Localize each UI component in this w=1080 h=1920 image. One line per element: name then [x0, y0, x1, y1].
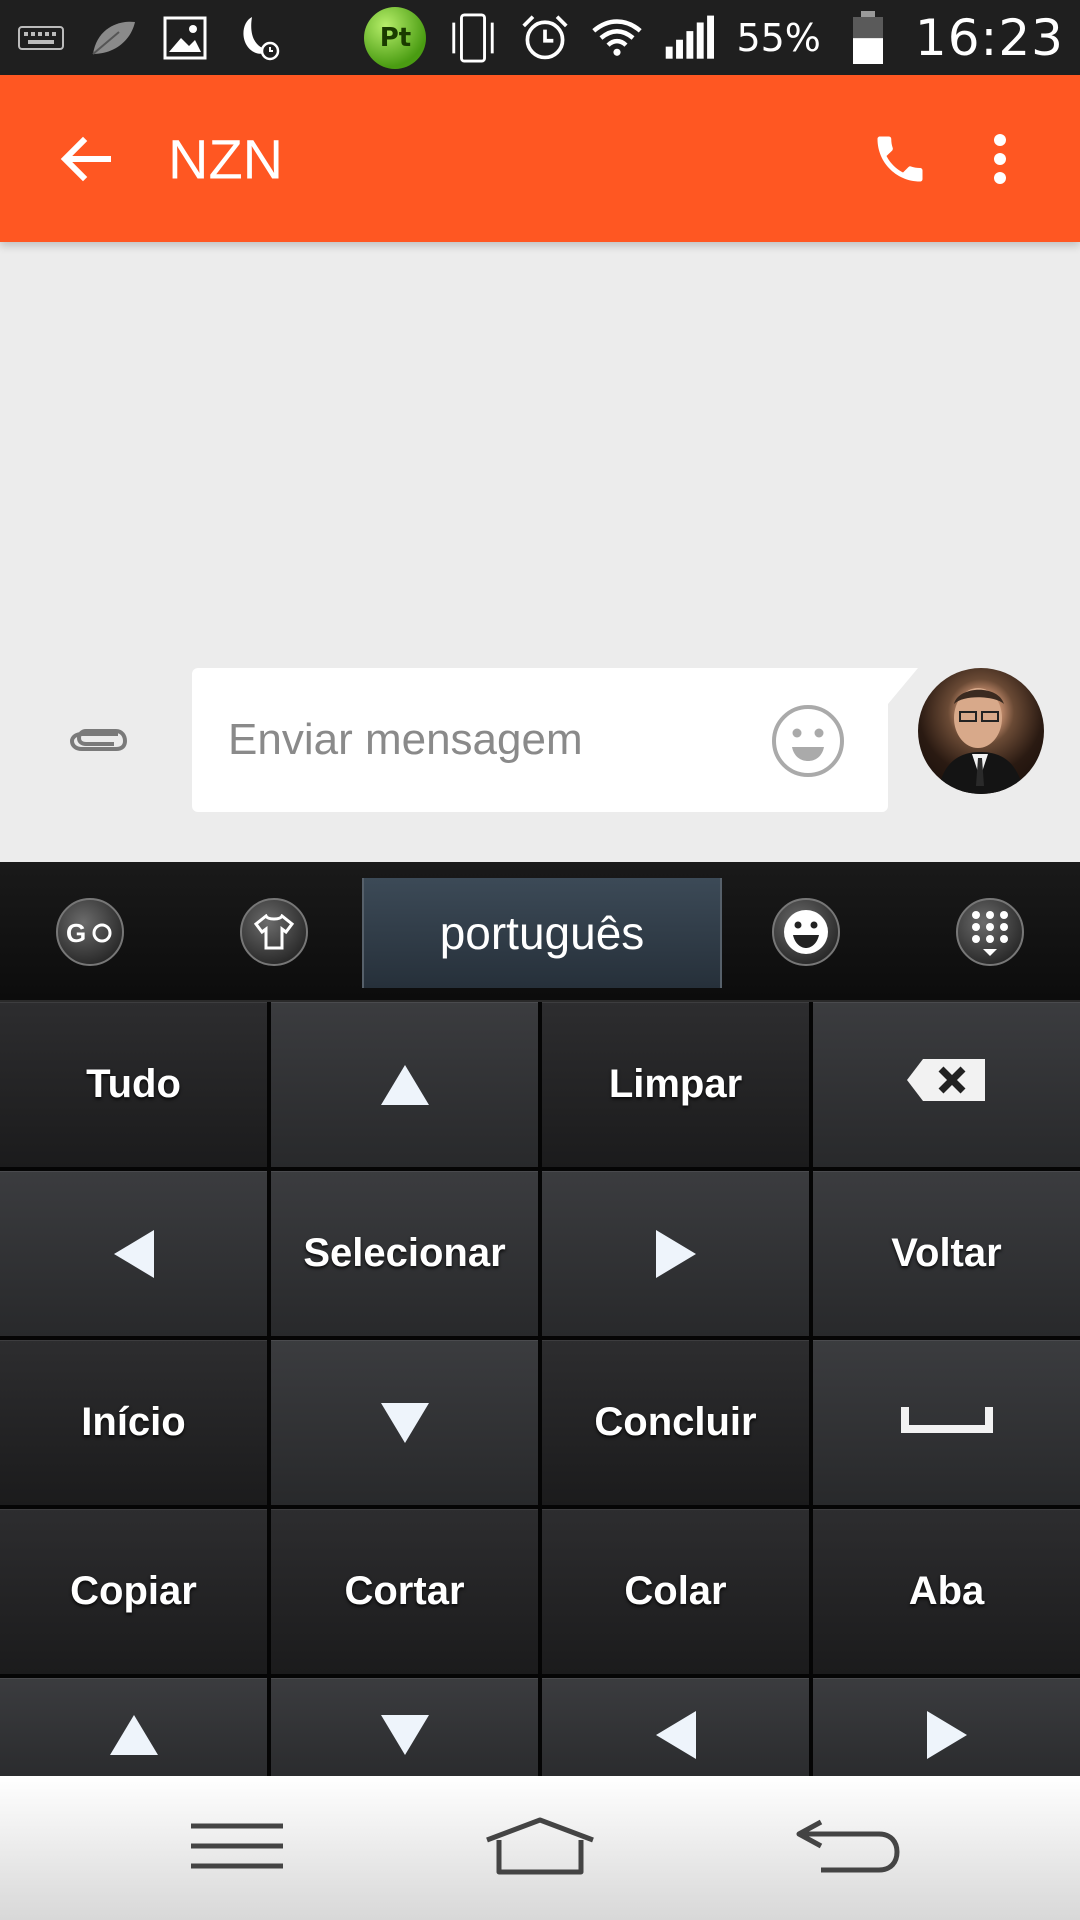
night-mode-icon [232, 13, 282, 63]
keyboard-toolbar: G português [0, 862, 1080, 1002]
key-label: Tudo [86, 1062, 181, 1106]
wifi-icon [592, 13, 643, 63]
theme-shirt-icon[interactable] [240, 898, 308, 966]
battery-icon [843, 10, 893, 64]
key-clear[interactable]: Limpar [542, 1002, 809, 1167]
status-bar: Pt 55% 16:23 [0, 0, 1080, 75]
svg-text:G: G [66, 918, 86, 948]
space-bar-icon [900, 1400, 993, 1445]
key-copy[interactable]: Copiar [0, 1509, 267, 1674]
key-label: Aba [908, 1569, 985, 1613]
key-cut[interactable]: Cortar [271, 1509, 538, 1674]
language-label: português [439, 907, 645, 959]
key-label: Limpar [608, 1062, 743, 1106]
key-label: Voltar [891, 1231, 1002, 1275]
navigation-bar [0, 1776, 1080, 1920]
up-triangle-icon [109, 1715, 158, 1755]
backspace-icon [905, 1057, 989, 1113]
message-input[interactable] [226, 714, 750, 766]
vibrate-icon [448, 12, 498, 63]
status-right-icons: Pt 55% 16:23 [364, 6, 1064, 69]
conversation-title: NZN [168, 127, 284, 190]
image-icon [160, 13, 210, 63]
more-vert-icon[interactable] [980, 119, 1020, 199]
key-space[interactable] [813, 1340, 1080, 1505]
back-icon[interactable] [786, 1796, 906, 1896]
key-select[interactable]: Selecionar [271, 1171, 538, 1336]
keyboard-icon [16, 13, 66, 63]
key-label: Colar [624, 1569, 727, 1613]
keypad-icon[interactable] [956, 898, 1024, 966]
key-right-arrow[interactable] [542, 1171, 809, 1336]
left-triangle-icon [655, 1711, 696, 1759]
status-left-icons [16, 13, 282, 63]
down-triangle-icon [380, 1402, 429, 1443]
key-back[interactable]: Voltar [813, 1171, 1080, 1336]
down-triangle-icon [380, 1715, 429, 1755]
key-up-arrow[interactable] [271, 1002, 538, 1167]
key-page-down[interactable] [271, 1678, 538, 1792]
emoji-face-icon[interactable] [772, 898, 840, 966]
key-label: Copiar [70, 1569, 197, 1613]
key-tab[interactable]: Aba [813, 1509, 1080, 1674]
signal-icon [664, 13, 715, 63]
leaf-icon [88, 13, 138, 63]
key-down-arrow[interactable] [271, 1340, 538, 1505]
key-label: Concluir [594, 1400, 757, 1444]
pt-badge: Pt [364, 6, 427, 69]
key-home[interactable]: Início [0, 1340, 267, 1505]
key-select-all[interactable]: Tudo [0, 1002, 267, 1167]
key-label: Início [81, 1400, 186, 1444]
clock: 16:23 [914, 8, 1064, 67]
app-bar: NZN [0, 75, 1080, 242]
right-triangle-icon [655, 1229, 696, 1278]
emoji-icon[interactable] [770, 703, 846, 779]
phone-icon[interactable] [862, 121, 938, 197]
menu-icon[interactable] [177, 1796, 297, 1896]
key-done[interactable]: Concluir [542, 1340, 809, 1505]
key-label: Cortar [344, 1569, 465, 1613]
language-selector[interactable]: português [362, 878, 722, 988]
up-triangle-icon [380, 1064, 429, 1105]
battery-percent: 55% [736, 15, 821, 60]
keyboard: G português Tudo Limpar Selecionar Voltar In… [0, 862, 1080, 1792]
key-label: Selecionar [303, 1231, 506, 1275]
paperclip-icon[interactable] [60, 710, 136, 770]
key-line-end[interactable] [813, 1678, 1080, 1792]
key-page-up[interactable] [0, 1678, 267, 1792]
back-arrow-icon[interactable] [50, 124, 120, 194]
go-keyboard-icon[interactable]: G [56, 898, 124, 966]
avatar[interactable] [918, 668, 1044, 794]
alarm-icon [520, 13, 570, 63]
left-triangle-icon [113, 1229, 154, 1278]
key-backspace[interactable] [813, 1002, 1080, 1167]
key-paste[interactable]: Colar [542, 1509, 809, 1674]
key-line-start[interactable] [542, 1678, 809, 1792]
right-triangle-icon [926, 1711, 967, 1759]
keyboard-keys: Tudo Limpar Selecionar Voltar Início Concluir… [0, 1002, 1080, 1792]
home-icon[interactable] [480, 1796, 600, 1896]
key-left-arrow[interactable] [0, 1171, 267, 1336]
